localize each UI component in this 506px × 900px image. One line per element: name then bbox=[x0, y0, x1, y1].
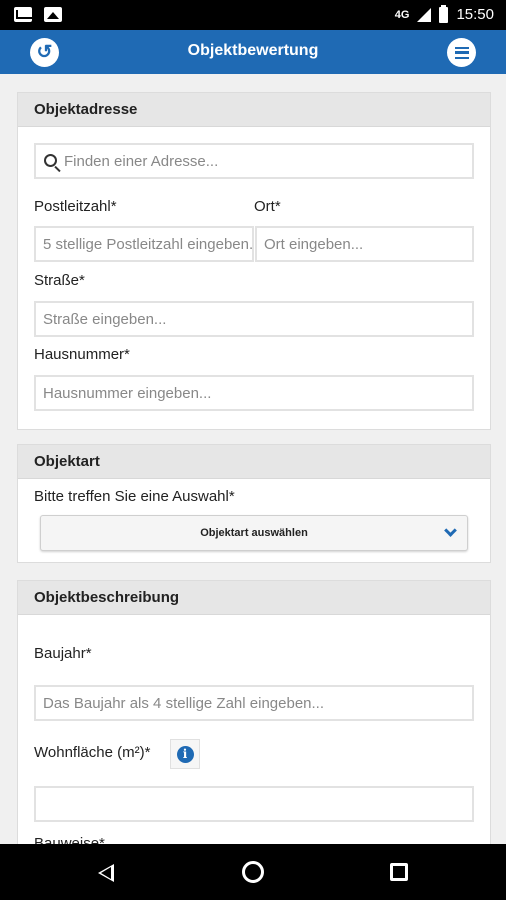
address-section: Objektadresse Finden einer Adresse... Po… bbox=[17, 92, 491, 430]
city-placeholder: Ort eingeben... bbox=[264, 236, 364, 253]
status-bar: 4G 15:50 bbox=[0, 0, 506, 30]
page-title: Objektbewertung bbox=[187, 42, 319, 59]
image-notification-icon bbox=[44, 7, 62, 22]
living-area-input[interactable] bbox=[34, 786, 474, 822]
postal-code-input[interactable]: 5 stellige Postleitzahl eingeben... bbox=[34, 226, 254, 262]
signal-icon bbox=[417, 7, 432, 22]
build-year-label: Baujahr* bbox=[34, 645, 92, 662]
description-section: Objektbeschreibung Baujahr* Das Baujahr … bbox=[17, 580, 491, 844]
mail-notification-icon bbox=[14, 7, 34, 22]
nav-recents-icon[interactable] bbox=[390, 863, 408, 881]
battery-icon bbox=[439, 4, 449, 23]
menu-button[interactable] bbox=[447, 38, 476, 67]
construction-type-label: Bauweise* bbox=[34, 835, 105, 844]
object-type-prompt: Bitte treffen Sie eine Auswahl* bbox=[34, 488, 235, 505]
form-content[interactable]: Objektadresse Finden einer Adresse... Po… bbox=[0, 74, 506, 844]
app-bar: ↺ Objektbewertung bbox=[0, 30, 506, 74]
network-type: 4G bbox=[394, 8, 410, 21]
street-label: Straße* bbox=[34, 272, 85, 289]
nav-home-icon[interactable] bbox=[242, 861, 264, 883]
address-search-placeholder: Finden einer Adresse... bbox=[64, 153, 219, 170]
postal-code-label: Postleitzahl* bbox=[34, 198, 117, 215]
clock: 15:50 bbox=[456, 6, 494, 23]
search-icon bbox=[44, 154, 57, 167]
system-navigation-bar bbox=[0, 844, 506, 900]
house-number-placeholder: Hausnummer eingeben... bbox=[43, 385, 212, 402]
object-type-section: Objektart Bitte treffen Sie eine Auswahl… bbox=[17, 444, 491, 563]
postal-code-placeholder: 5 stellige Postleitzahl eingeben... bbox=[43, 236, 254, 253]
build-year-placeholder: Das Baujahr als 4 stellige Zahl eingeben… bbox=[43, 695, 325, 712]
object-type-section-title: Objektart bbox=[18, 445, 490, 479]
object-type-select-value: Objektart auswählen bbox=[200, 527, 308, 539]
description-section-title: Objektbeschreibung bbox=[18, 581, 490, 615]
chevron-down-icon bbox=[444, 524, 457, 537]
object-type-select[interactable]: Objektart auswählen bbox=[40, 515, 468, 551]
street-placeholder: Straße eingeben... bbox=[43, 311, 167, 328]
address-search-input[interactable]: Finden einer Adresse... bbox=[34, 143, 474, 179]
street-input[interactable]: Straße eingeben... bbox=[34, 301, 474, 337]
build-year-input[interactable]: Das Baujahr als 4 stellige Zahl eingeben… bbox=[34, 685, 474, 721]
house-number-label: Hausnummer* bbox=[34, 346, 130, 363]
city-label: Ort* bbox=[254, 198, 281, 215]
info-icon: i bbox=[176, 745, 194, 763]
menu-icon bbox=[454, 46, 469, 59]
living-area-info-button[interactable]: i bbox=[170, 739, 200, 769]
nav-back-icon[interactable] bbox=[98, 864, 114, 882]
address-section-title: Objektadresse bbox=[18, 93, 490, 127]
house-number-input[interactable]: Hausnummer eingeben... bbox=[34, 375, 474, 411]
city-input[interactable]: Ort eingeben... bbox=[255, 226, 474, 262]
living-area-label: Wohnfläche (m²)* bbox=[34, 744, 151, 761]
